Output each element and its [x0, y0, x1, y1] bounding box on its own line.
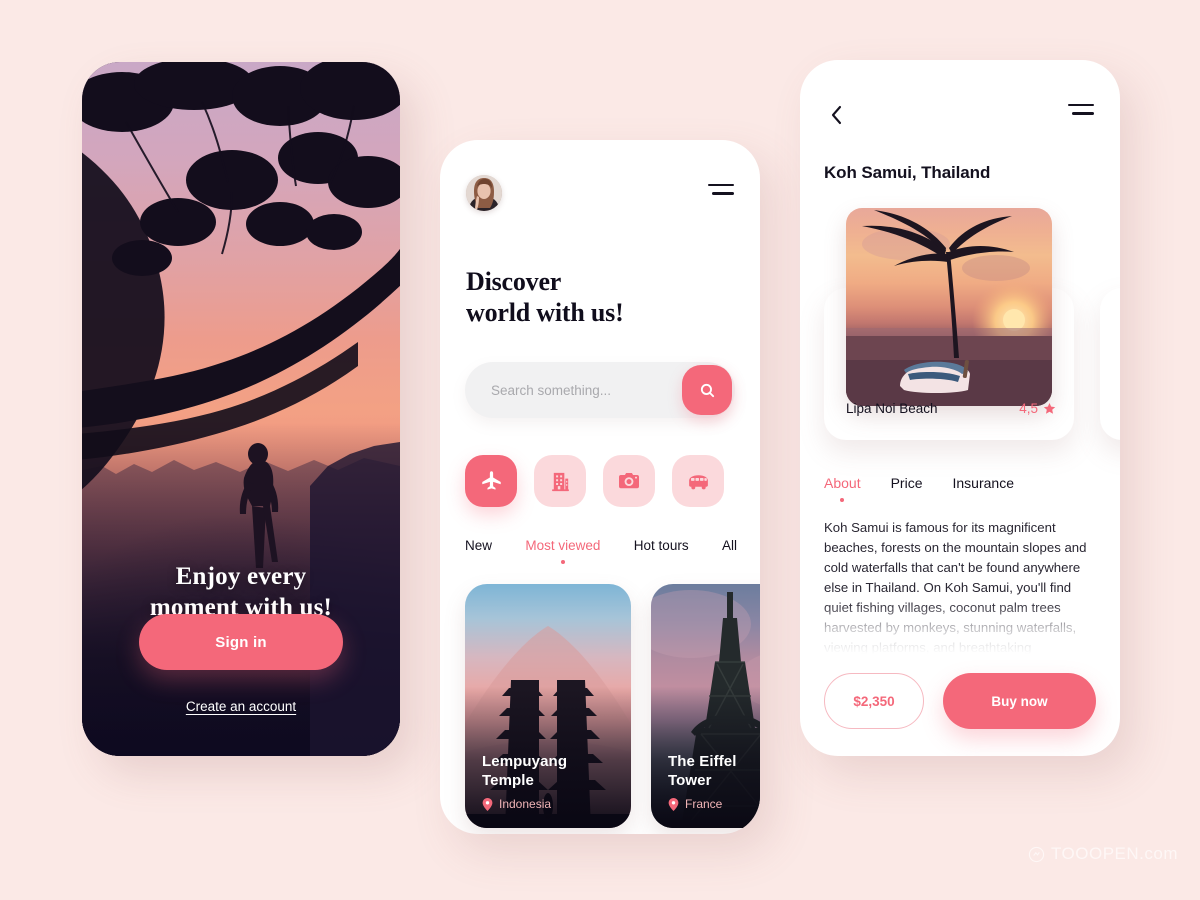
- rating-value: 4,5: [1019, 401, 1038, 416]
- card-caption: Lempuyang Temple Indonesia: [482, 753, 619, 811]
- tab-new[interactable]: New: [465, 538, 492, 553]
- phone-onboarding-screen: Enjoy every moment with us! Sign in Crea…: [82, 62, 400, 756]
- hamburger-bar-top: [708, 184, 734, 187]
- card-location: France: [668, 797, 760, 811]
- hamburger-icon[interactable]: [1068, 104, 1094, 118]
- destination-card-lempuyang[interactable]: Lempuyang Temple Indonesia: [465, 584, 631, 828]
- gallery-card-lipa-noi[interactable]: Lipa Noi Beach 4,5: [824, 208, 1074, 440]
- tab-hot-tours[interactable]: Hot tours: [634, 538, 689, 553]
- place-gallery: Lipa Noi Beach 4,5: [800, 208, 1120, 440]
- logo-icon: [1028, 846, 1045, 862]
- palm-boat-sunset-graphic: [846, 210, 1052, 406]
- screenshot-canvas: Enjoy every moment with us! Sign in Crea…: [0, 0, 1200, 900]
- hamburger-bar-bottom: [1072, 112, 1094, 115]
- detail-actions: $2,350 Buy now: [824, 673, 1096, 729]
- detail-tabs: About Price Insurance: [824, 475, 1014, 491]
- card-caption: The Eiffel Tower France: [668, 753, 760, 811]
- create-account-link[interactable]: Create an account: [82, 699, 400, 714]
- avatar-portrait-icon: [466, 175, 502, 211]
- tab-price[interactable]: Price: [891, 475, 923, 491]
- discover-topbar: [440, 140, 760, 236]
- gallery-card-name: Lipa Noi Beach: [846, 401, 938, 416]
- back-button[interactable]: [824, 102, 850, 128]
- avatar[interactable]: [466, 175, 502, 211]
- chevron-left-icon: [831, 105, 842, 125]
- card-title: Lempuyang Temple: [482, 753, 619, 790]
- card-country: France: [685, 797, 723, 811]
- page-title-line1: Discover: [466, 267, 562, 296]
- hamburger-icon[interactable]: [708, 184, 734, 198]
- bus-icon: [688, 474, 708, 489]
- category-bus-tours[interactable]: [672, 455, 724, 507]
- card-title-line1: The Eiffel: [668, 753, 737, 771]
- camera-icon: [619, 473, 639, 489]
- lipa-noi-beach-photo: [846, 208, 1052, 406]
- destination-card-list: Lempuyang Temple Indonesia The Eiffel To…: [465, 584, 760, 828]
- hamburger-bar-bottom: [712, 192, 734, 195]
- gallery-card-next[interactable]: [1100, 288, 1120, 440]
- location-pin-icon: [482, 797, 493, 811]
- watermark: TOOOPEN.com: [1028, 844, 1178, 864]
- tab-most-viewed[interactable]: Most viewed: [525, 538, 600, 553]
- price-button[interactable]: $2,350: [824, 673, 924, 729]
- category-list: [465, 455, 724, 507]
- airplane-icon: [481, 470, 501, 490]
- category-hotels[interactable]: [534, 455, 586, 507]
- search-icon: [700, 383, 714, 397]
- place-description: Koh Samui is famous for its magnificent …: [824, 520, 1087, 654]
- card-title: The Eiffel Tower: [668, 753, 760, 790]
- watermark-text: TOOOPEN.com: [1050, 844, 1178, 863]
- location-pin-icon: [668, 797, 679, 811]
- building-icon: [551, 472, 569, 491]
- tab-about[interactable]: About: [824, 475, 861, 491]
- page-title-line2: world with us!: [466, 298, 624, 328]
- discover-tabs: New Most viewed Hot tours All: [465, 538, 737, 553]
- card-location: Indonesia: [482, 797, 619, 811]
- tab-insurance[interactable]: Insurance: [953, 475, 1014, 491]
- page-title: Discover world with us!: [466, 266, 624, 328]
- card-title-line2: Tower: [668, 771, 712, 789]
- hamburger-bar-top: [1068, 104, 1094, 107]
- buy-now-button[interactable]: Buy now: [943, 673, 1096, 729]
- category-photos[interactable]: [603, 455, 655, 507]
- search-input[interactable]: [491, 362, 681, 418]
- phone-discover-screen: Discover world with us! Search something…: [440, 140, 760, 834]
- search-bar: [465, 362, 735, 418]
- gallery-card-rating: 4,5: [1019, 401, 1056, 416]
- onboarding-headline-line1: Enjoy every: [175, 563, 307, 590]
- sign-in-button[interactable]: Sign in: [139, 614, 343, 670]
- search-button[interactable]: [682, 365, 732, 415]
- card-title-line2: Temple: [482, 771, 535, 789]
- destination-card-eiffel[interactable]: The Eiffel Tower France: [651, 584, 760, 828]
- tab-all[interactable]: All: [722, 538, 737, 553]
- gallery-card-info: Lipa Noi Beach 4,5: [846, 401, 1056, 416]
- card-country: Indonesia: [499, 797, 552, 811]
- card-title-line1: Lempuyang: [482, 753, 568, 771]
- phone-detail-screen: Koh Samui, Thailand Lipa Noi Beach 4,5 A…: [800, 60, 1120, 756]
- place-title: Koh Samui, Thailand: [824, 163, 991, 182]
- category-flights[interactable]: [465, 455, 517, 507]
- star-icon: [1043, 402, 1056, 414]
